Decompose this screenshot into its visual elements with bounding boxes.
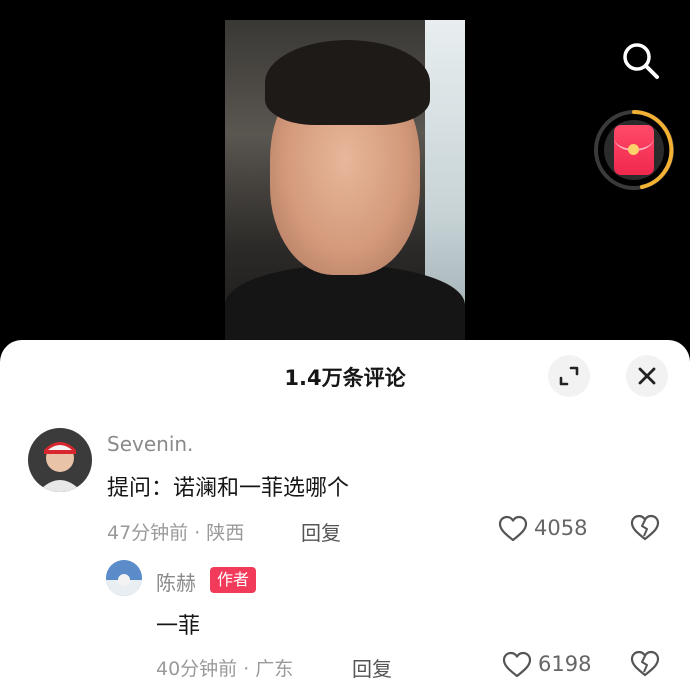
reply-username[interactable]: 陈赫	[156, 567, 196, 596]
avatar[interactable]	[28, 428, 92, 492]
comments-sheet: 1.4万条评论 Sevenin. 提问：诺澜和一菲选哪个 47分钟前 · 陕西 …	[0, 340, 690, 697]
reply-text: 一菲	[156, 614, 201, 639]
broken-heart-icon	[630, 650, 660, 677]
dislike-button[interactable]	[630, 650, 662, 680]
video-person-hair	[265, 40, 430, 125]
heart-icon	[502, 651, 532, 678]
dislike-button[interactable]	[630, 514, 662, 544]
comment-text: 提问：诺澜和一菲选哪个	[107, 476, 350, 501]
like-count: 6198	[538, 652, 592, 676]
video-player[interactable]	[0, 0, 690, 360]
heart-icon	[498, 515, 528, 542]
like-button[interactable]: 4058	[498, 512, 598, 546]
user-avatar-image	[28, 428, 92, 492]
reply-button[interactable]: 回复	[352, 653, 392, 682]
close-icon	[638, 367, 656, 385]
like-count: 4058	[534, 516, 588, 540]
expand-icon	[559, 366, 579, 386]
red-packet-icon	[614, 125, 654, 175]
broken-heart-icon	[630, 514, 660, 541]
close-button[interactable]	[626, 355, 668, 397]
reply-avatar-image	[106, 560, 142, 596]
avatar[interactable]	[106, 560, 142, 596]
search-button[interactable]	[620, 40, 662, 82]
expand-button[interactable]	[548, 355, 590, 397]
search-icon	[623, 43, 659, 79]
red-packet-button[interactable]	[592, 108, 676, 192]
like-button[interactable]: 6198	[502, 648, 602, 682]
reply-button[interactable]: 回复	[301, 517, 341, 546]
author-badge: 作者	[210, 567, 257, 593]
comment-username[interactable]: Sevenin.	[107, 432, 193, 456]
reply-meta: 40分钟前 · 广东	[156, 658, 294, 680]
comment-meta: 47分钟前 · 陕西	[107, 522, 245, 544]
video-frame[interactable]	[225, 20, 465, 345]
video-person-shirt	[225, 265, 465, 345]
